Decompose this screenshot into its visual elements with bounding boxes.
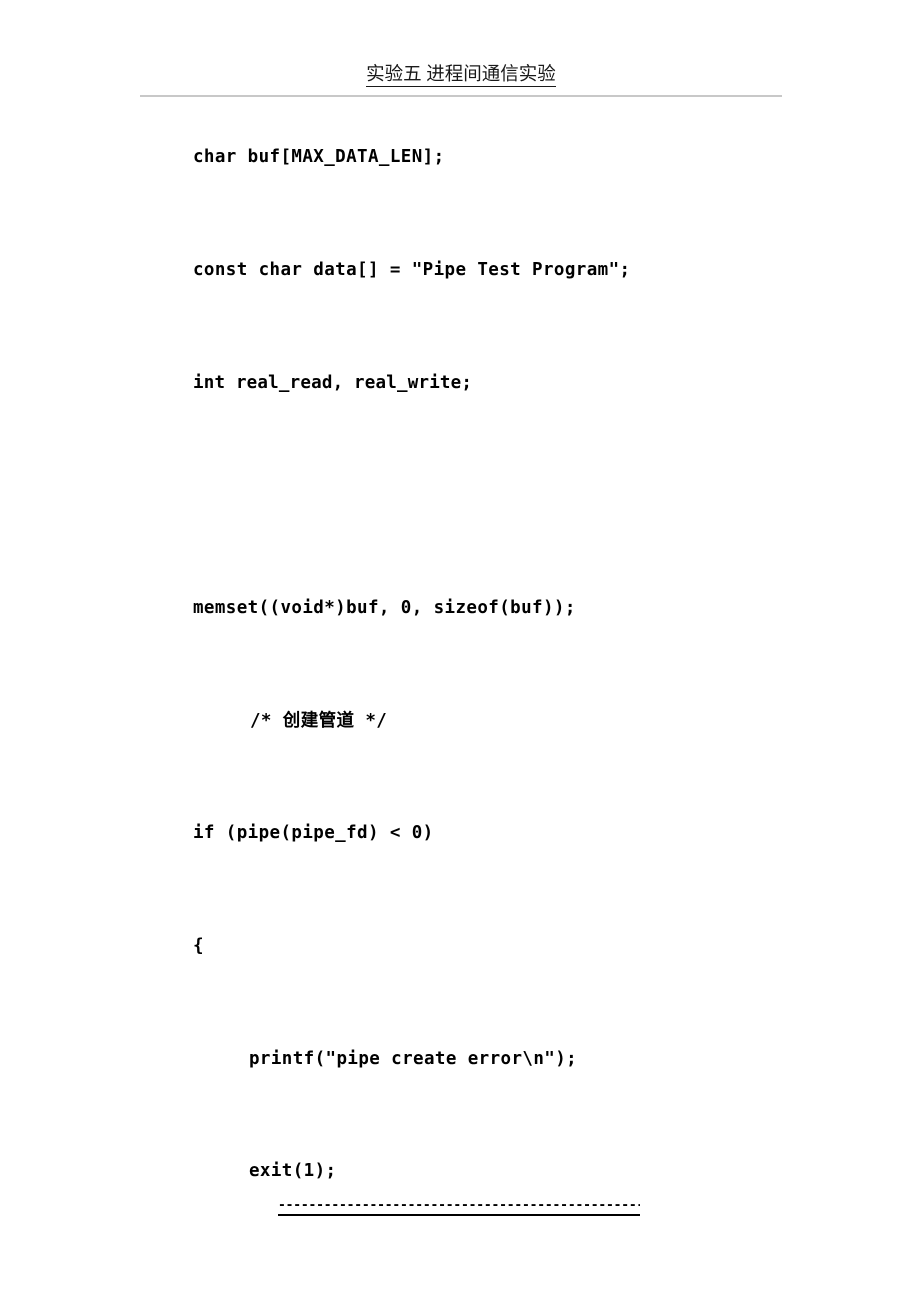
code-line-declaration-data: const char data[] = "Pipe Test Program"; bbox=[193, 260, 631, 280]
code-line-exit: exit(1); bbox=[249, 1161, 337, 1181]
code-line-open-brace: { bbox=[193, 936, 204, 956]
document-page: 实验五 进程间通信实验 char buf[MAX_DATA_LEN]; cons… bbox=[0, 0, 920, 1302]
footnote-separator: ----------------------------------------… bbox=[278, 1199, 640, 1217]
code-line-declaration-counters: int real_read, real_write; bbox=[193, 373, 473, 393]
code-body: char buf[MAX_DATA_LEN]; const char data[… bbox=[0, 0, 920, 1302]
code-line-if-pipe: if (pipe(pipe_fd) < 0) bbox=[193, 823, 434, 843]
code-line-printf-error: printf("pipe create error\n"); bbox=[249, 1049, 578, 1069]
code-line-declaration-buf: char buf[MAX_DATA_LEN]; bbox=[193, 147, 445, 167]
code-line-comment-create-pipe: /* 创建管道 */ bbox=[250, 711, 388, 731]
footnote-separator-dashes: ----------------------------------------… bbox=[278, 1199, 640, 1216]
code-line-memset: memset((void*)buf, 0, sizeof(buf)); bbox=[193, 598, 576, 618]
